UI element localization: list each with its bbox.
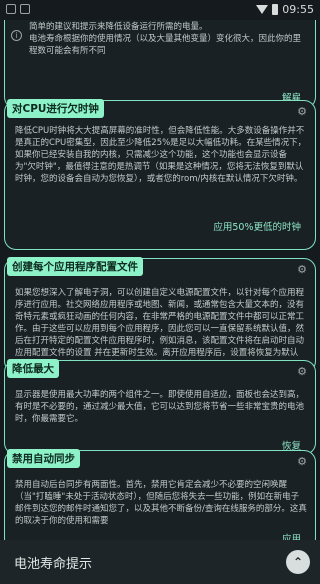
intro-text: 简单的建议和提示来降低设备运行所需的电量。 电池寿命根据你的使用情况（以及大量其… <box>29 21 307 57</box>
notification-icon <box>6 4 16 14</box>
tip-body: 显示器是使用最大功率的两个组件之一。即使使用自适应，面板也会达到高，有时是不必要… <box>15 390 305 424</box>
tip-body: 禁用自动后台同步有两面性。首先，禁用它肯定会减少不必要的空闲唤醒（当"打瞌睡"未… <box>15 480 307 526</box>
clock: 09:55 <box>282 3 314 16</box>
tip-card-underclock: 对CPU进行欠时钟 ⚙ 降低CPU时钟将大大提高屏幕的准时性，但会降低性能。大多… <box>4 99 316 250</box>
notification-icons <box>6 4 30 14</box>
gear-icon[interactable]: ⚙ <box>296 366 308 378</box>
notification-icon <box>20 4 30 14</box>
intro-card: i 简单的建议和提示来降低设备运行所需的电量。 电池寿命根据你的使用情况（以及大… <box>4 20 316 109</box>
wifi-icon <box>256 5 269 14</box>
gear-icon[interactable]: ⚙ <box>296 456 308 468</box>
intro-line: 简单的建议和提示来降低设备运行所需的电量。 <box>29 22 208 32</box>
apply-autosync-button[interactable]: 应用 <box>282 531 301 540</box>
chevron-up-icon[interactable]: ⌃ <box>286 550 310 574</box>
tip-card-autosync: 禁用自动同步 ⚙ 禁用自动后台同步有两面性。首先，禁用它肯定会减少不必要的空闲唤… <box>4 449 316 540</box>
apply-underclock-button[interactable]: 应用50%更低的时钟 <box>213 219 301 233</box>
tip-title: 降低最大 <box>7 359 59 378</box>
tip-card-brightness: 降低最大 ⚙ 显示器是使用最大功率的两个组件之一。即使使用自适应，面板也会达到高… <box>4 359 316 455</box>
gear-icon[interactable]: ⚙ <box>296 264 308 276</box>
info-icon: i <box>11 30 22 41</box>
tip-card-app-profiles: 创建每个应用程序配置文件 ⚙ 如果您想深入了解电子洞，可以创建自定义电源配置文件… <box>4 257 316 373</box>
bottom-app-bar: 电池寿命提示 ⌃ <box>0 540 320 584</box>
tip-body: 如果您想深入了解电子洞，可以创建自定义电源配置文件，以针对每个应用程序进行应用。… <box>15 288 305 370</box>
intro-line: 电池寿命根据你的使用情况（以及大量其他变量）变化很大，因此你的里程数可能会有所不… <box>29 34 302 56</box>
tip-title: 禁用自动同步 <box>7 449 80 468</box>
tip-title: 对CPU进行欠时钟 <box>7 99 104 118</box>
system-icons: 09:55 <box>256 3 314 16</box>
tips-scroll-area[interactable]: i 简单的建议和提示来降低设备运行所需的电量。 电池寿命根据你的使用情况（以及大… <box>0 20 320 540</box>
battery-icon <box>272 4 279 15</box>
gear-icon[interactable]: ⚙ <box>296 106 308 118</box>
status-bar: 09:55 <box>0 0 320 20</box>
tip-title: 创建每个应用程序配置文件 <box>7 257 143 276</box>
tip-body: 降低CPU时钟将大大提高屏幕的准时性，但会降低性能。大多数设备操作并不是真正的C… <box>15 126 307 184</box>
app-title: 电池寿命提示 <box>14 557 93 572</box>
